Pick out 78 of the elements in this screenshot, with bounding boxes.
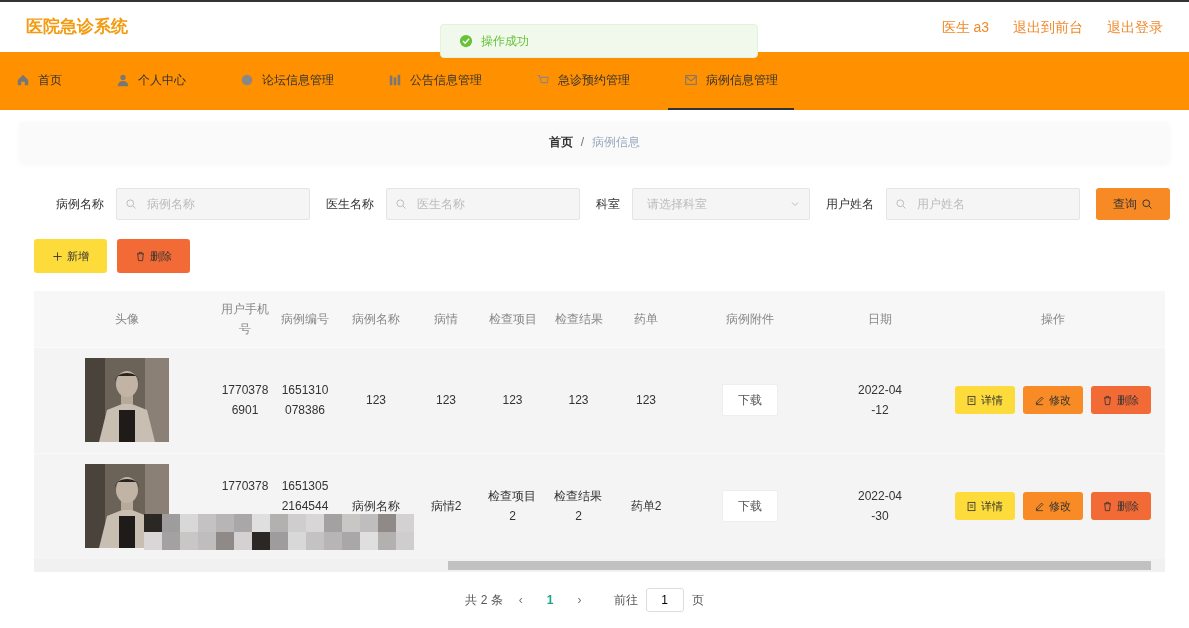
detail-button[interactable]: 详情 [954,386,1015,414]
column-header: 操作 [1040,311,1065,326]
nav-tab[interactable]: 论坛信息管理 [224,52,350,110]
table-cell-text: 1651310078386 [281,382,329,419]
trash-icon [1102,500,1113,512]
trash-icon [135,250,146,262]
next-page-button[interactable]: › [577,591,582,609]
document-icon [966,500,977,512]
nav-tab[interactable]: 公告信息管理 [372,52,498,110]
filter-label: 用户姓名 [826,196,874,213]
document-icon [966,394,977,406]
filter-label: 科室 [596,196,620,213]
table-cell-text: 16513052164544 [281,477,329,515]
breadcrumb-separator: / [580,134,585,151]
delete-button[interactable]: 删除 [1090,492,1151,521]
table-cell-text: 药单2 [629,498,663,516]
column-header: 检查结果 [554,311,603,326]
column-header: 药单 [634,311,658,326]
circle-icon [240,73,254,87]
plus-icon [52,250,63,262]
column-header: 病情 [434,311,458,326]
column-header: 用户手机号 [221,300,269,338]
filter-label: 病例名称 [56,196,104,213]
trash-icon [1102,394,1113,406]
download-button[interactable]: 下载 [722,490,778,523]
column-header: 日期 [868,311,892,326]
download-button[interactable]: 下载 [722,384,778,416]
column-header: 头像 [115,311,139,326]
search-icon [1141,198,1153,210]
table-cell-text: 1770378 [221,477,269,495]
edit-button[interactable]: 修改 [1022,492,1083,521]
search-icon [395,198,407,210]
app-title: 医院急诊系统 [26,16,128,39]
total-count: 共 2 条 [465,592,503,609]
delete-button[interactable]: 删除 [1090,386,1151,414]
table-cell-text: 123 [634,392,657,409]
search-button[interactable]: 查询 [1096,188,1170,220]
home-icon [16,73,30,87]
nav-tab[interactable]: 首页 [0,52,78,110]
table-cell-text: 检查结果2 [553,488,604,526]
table-cell-text: 123 [434,392,457,409]
nav-tab[interactable]: 个人中心 [100,52,202,110]
pencil-icon [1034,394,1045,406]
table-cell-text: 病情2 [429,498,463,516]
table-cell-text: 123 [567,392,590,409]
table-cell-text: 17703786901 [221,382,269,419]
success-icon [459,34,473,48]
prev-page-button[interactable]: ‹ [518,591,523,609]
envelope-icon [684,73,698,87]
horizontal-scrollbar[interactable] [34,559,1165,572]
breadcrumb-link[interactable]: 首页 [548,133,573,151]
column-header: 病例附件 [726,311,774,326]
page-number[interactable]: 1 [538,591,562,609]
table-cell-text: 病例名称 [351,498,401,516]
filter-label: 医生名称 [326,196,374,213]
table-cell-text: 123 [501,392,524,409]
table-cell-text: 检查项目2 [487,488,538,526]
detail-button[interactable]: 详情 [954,492,1015,521]
goto-label: 前往 [613,592,638,609]
column-header: 病例名称 [352,311,400,326]
table-cell-text: 123 [364,392,387,409]
pencil-icon [1034,500,1045,512]
edit-button[interactable]: 修改 [1022,386,1083,414]
column-header: 检查项目 [488,311,537,326]
page-suffix: 页 [691,592,704,609]
delete-button[interactable]: 删除 [117,239,190,273]
search-icon [125,198,137,210]
add-button[interactable]: 新增 [34,239,107,273]
search-icon [895,198,907,210]
table-cell-text: 2022-04-30 [856,488,903,526]
page-input[interactable]: 1 [645,588,684,612]
nav-tab[interactable]: 急诊预约管理 [520,52,646,110]
bar-chart-icon [388,73,402,87]
column-header: 病例编号 [281,311,329,326]
table-cell-text: 2022-04-12 [856,382,903,419]
person-icon [116,73,130,87]
toast-text: 操作成功 [481,33,529,50]
nav-tab[interactable]: 病例信息管理 [668,52,794,110]
